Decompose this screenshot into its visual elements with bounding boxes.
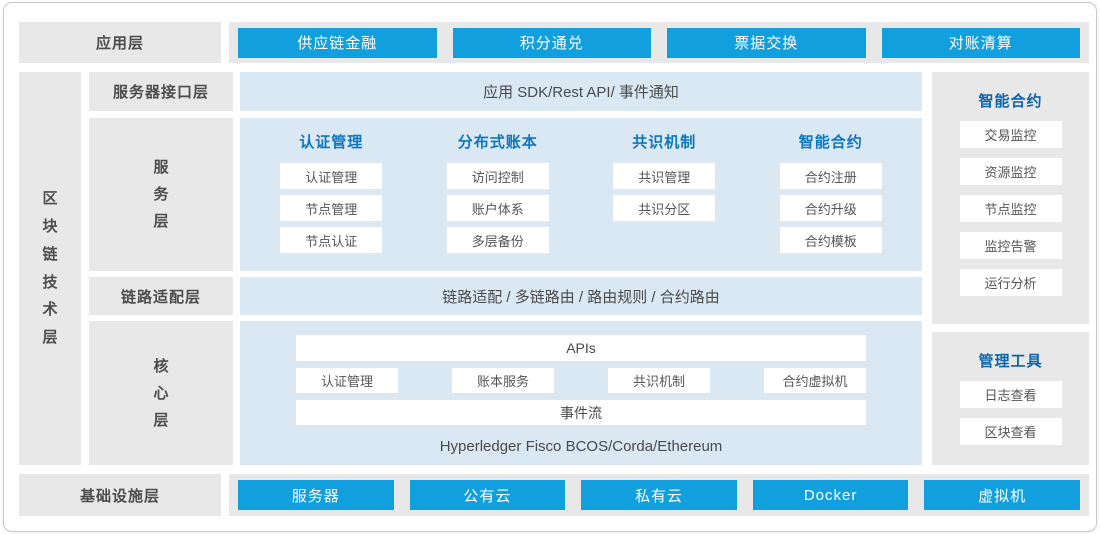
service-group-smart-contract: 智能合约 合约注册 合约升级 合约模板 [748, 131, 915, 271]
core-modules-row: 认证管理 账本服务 共识机制 合约虚拟机 [296, 368, 866, 393]
right-panel-column: 智能合约 交易监控 资源监控 节点监控 监控告警 运行分析 管理工具 日志查看 … [932, 72, 1089, 465]
management-tools-panel: 管理工具 日志查看 区块查看 [932, 332, 1089, 465]
monitoring-item: 交易监控 [960, 121, 1062, 148]
service-item: 合约升级 [780, 195, 882, 221]
service-group-title: 共识机制 [632, 131, 696, 152]
sublayer-label-column: 服务器接口层 服务层 链路适配层 核心层 [89, 72, 233, 465]
service-item: 共识管理 [613, 163, 715, 189]
monitoring-item: 监控告警 [960, 232, 1062, 259]
infrastructure-layer-label: 基础设施层 [19, 474, 221, 516]
management-tool-item: 日志查看 [960, 381, 1062, 408]
service-item: 认证管理 [280, 163, 382, 189]
monitoring-panel: 智能合约 交易监控 资源监控 节点监控 监控告警 运行分析 [932, 72, 1089, 324]
service-item: 合约注册 [780, 163, 882, 189]
infra-button-server: 服务器 [238, 480, 394, 510]
application-button-strip: 供应链金融 积分通兑 票据交换 对账清算 [229, 22, 1089, 63]
service-group-title: 认证管理 [299, 131, 363, 152]
service-group-auth: 认证管理 认证管理 节点管理 节点认证 [248, 131, 415, 271]
service-layer-panel: 认证管理 认证管理 节点管理 节点认证 分布式账本 访问控制 账户体系 多层备份… [240, 118, 922, 271]
blockchain-tech-layer-label: 区块链技术层 [19, 72, 81, 465]
service-item: 账户体系 [447, 195, 549, 221]
diagram-content: 应用层 供应链金融 积分通兑 票据交换 对账清算 区块链技术层 服务器接口层 服… [19, 22, 1089, 516]
service-group-title: 智能合约 [799, 131, 863, 152]
service-item: 节点管理 [280, 195, 382, 221]
service-item: 共识分区 [613, 195, 715, 221]
interface-layer-label: 服务器接口层 [89, 72, 233, 111]
app-button-points-exchange: 积分通兑 [453, 28, 652, 58]
service-item: 访问控制 [447, 163, 549, 189]
monitoring-item: 运行分析 [960, 269, 1062, 296]
core-layer-panel: APIs 认证管理 账本服务 共识机制 合约虚拟机 事件流 Hyperledge… [240, 321, 922, 465]
infra-button-private-cloud: 私有云 [581, 480, 737, 510]
interface-layer-content: 应用 SDK/Rest API/ 事件通知 [240, 72, 922, 111]
core-platforms-text: Hyperledger Fisco BCOS/Corda/Ethereum [296, 438, 866, 455]
infra-button-vm: 虚拟机 [924, 480, 1080, 510]
infra-button-public-cloud: 公有云 [410, 480, 566, 510]
core-layer-label: 核心层 [89, 321, 233, 465]
blockchain-tech-layer: 区块链技术层 服务器接口层 服务层 链路适配层 核心层 应用 SDK/Rest … [19, 72, 1089, 465]
infrastructure-layer-row: 基础设施层 服务器 公有云 私有云 Docker 虚拟机 [19, 474, 1089, 516]
service-item: 合约模板 [780, 227, 882, 253]
service-item: 节点认证 [280, 227, 382, 253]
management-tools-title: 管理工具 [932, 350, 1089, 371]
service-item: 多层备份 [447, 227, 549, 253]
core-module: 账本服务 [452, 368, 554, 393]
infra-button-docker: Docker [753, 480, 909, 510]
monitoring-panel-title: 智能合约 [932, 90, 1089, 111]
core-module: 合约虚拟机 [764, 368, 866, 393]
management-tool-item: 区块查看 [960, 418, 1062, 445]
diagram-frame: 应用层 供应链金融 积分通兑 票据交换 对账清算 区块链技术层 服务器接口层 服… [3, 2, 1097, 532]
adapter-layer-label: 链路适配层 [89, 277, 233, 315]
sublayer-content-column: 应用 SDK/Rest API/ 事件通知 认证管理 认证管理 节点管理 节点认… [240, 72, 922, 465]
infrastructure-button-strip: 服务器 公有云 私有云 Docker 虚拟机 [229, 474, 1089, 516]
app-button-supply-chain-finance: 供应链金融 [238, 28, 437, 58]
core-apis-bar: APIs [296, 335, 866, 361]
application-layer-row: 应用层 供应链金融 积分通兑 票据交换 对账清算 [19, 22, 1089, 63]
service-group-title: 分布式账本 [458, 131, 538, 152]
service-layer-label: 服务层 [89, 118, 233, 271]
adapter-layer-content: 链路适配 / 多链路由 / 路由规则 / 合约路由 [240, 277, 922, 315]
core-module: 共识机制 [608, 368, 710, 393]
monitoring-item: 节点监控 [960, 195, 1062, 222]
core-module: 认证管理 [296, 368, 398, 393]
service-group-ledger: 分布式账本 访问控制 账户体系 多层备份 [415, 131, 582, 271]
monitoring-item: 资源监控 [960, 158, 1062, 185]
app-button-reconciliation-clearing: 对账清算 [882, 28, 1081, 58]
app-button-bill-exchange: 票据交换 [667, 28, 866, 58]
core-event-stream-bar: 事件流 [296, 400, 866, 425]
service-group-consensus: 共识机制 共识管理 共识分区 [581, 131, 748, 271]
application-layer-label: 应用层 [19, 22, 221, 63]
